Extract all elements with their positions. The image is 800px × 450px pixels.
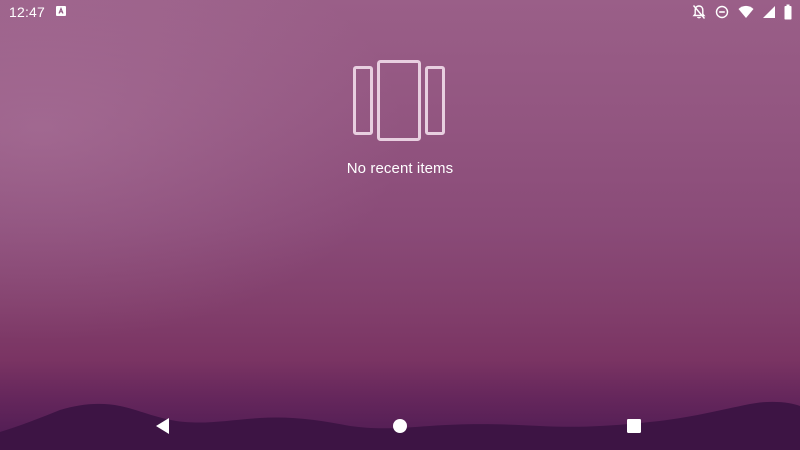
notifications-off-icon <box>692 4 706 20</box>
navigation-bar <box>0 402 800 450</box>
recents-empty-state: No recent items <box>0 60 800 177</box>
status-bar: 12:47 <box>0 0 800 24</box>
back-icon <box>156 418 169 434</box>
overview-icon <box>627 419 641 433</box>
overview-button[interactable] <box>624 416 644 436</box>
home-button[interactable] <box>390 416 410 436</box>
recents-cards-icon <box>353 60 445 141</box>
wifi-icon <box>738 4 754 20</box>
status-clock: 12:47 <box>9 4 46 20</box>
android-a-icon <box>56 6 66 16</box>
cell-signal-icon <box>763 4 775 20</box>
battery-icon <box>784 4 792 20</box>
status-icons <box>692 4 792 20</box>
do-not-disturb-icon <box>715 4 729 20</box>
back-button[interactable] <box>153 416 173 436</box>
empty-recents-label: No recent items <box>346 160 454 177</box>
home-icon <box>393 419 407 433</box>
